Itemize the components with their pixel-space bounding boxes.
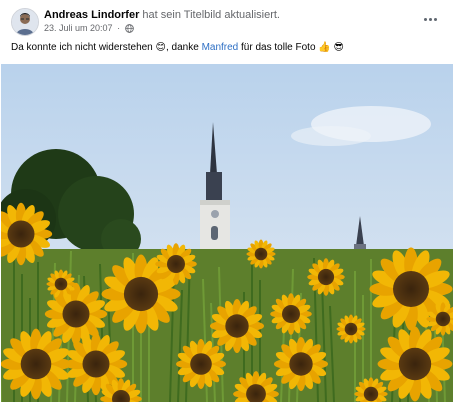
flower-center — [317, 268, 335, 286]
flower-center — [167, 255, 185, 273]
sunflower — [270, 293, 312, 335]
sunflower — [155, 243, 197, 285]
flower-center — [398, 347, 432, 381]
post-meta: 23. Juli um 20:07 · — [44, 23, 134, 36]
sunflower — [336, 314, 366, 344]
flower-center — [289, 352, 313, 376]
flower-center — [344, 322, 358, 336]
cover-photo[interactable] — [1, 64, 453, 402]
globe-icon[interactable] — [124, 24, 134, 36]
flower-center — [225, 314, 249, 338]
post-timestamp[interactable]: 23. Juli um 20:07 — [44, 23, 113, 33]
cloud — [291, 126, 371, 146]
flower-center — [435, 311, 451, 327]
mention-link[interactable]: Manfred — [202, 42, 239, 53]
profile-picture — [12, 9, 38, 35]
flower-center — [393, 271, 429, 307]
author-line: Andreas Lindorfer hat sein Titelbild akt… — [44, 9, 280, 22]
flower-center — [363, 386, 379, 402]
flower-center — [82, 350, 110, 378]
caption-text-before: Da konnte ich nicht widerstehen — [11, 42, 153, 53]
sunflower-field-with-church-photo — [1, 64, 453, 402]
sunflower — [209, 298, 265, 354]
flower-center — [20, 348, 52, 380]
sunflower — [176, 339, 226, 389]
separator-dot: · — [117, 23, 121, 33]
sunflower — [307, 258, 345, 296]
sunflower — [46, 269, 76, 299]
flower-center — [190, 353, 212, 375]
flower-center — [54, 277, 68, 291]
flower-center — [123, 276, 159, 312]
author-name[interactable]: Andreas Lindorfer — [44, 9, 139, 21]
sunflower — [273, 336, 329, 392]
more-options-button[interactable] — [420, 11, 440, 27]
avatar[interactable] — [11, 8, 39, 36]
flower-center — [254, 247, 268, 261]
caption-text-after: für das tolle Foto — [241, 42, 316, 53]
more-dot — [428, 17, 432, 21]
post-action-text: hat sein Titelbild aktualisiert. — [142, 9, 280, 21]
sunflower — [1, 328, 72, 400]
smiling-face-icon: 😊 — [155, 42, 166, 53]
more-horizontal-icon — [423, 17, 427, 21]
facebook-post: Andreas Lindorfer hat sein Titelbild akt… — [0, 0, 454, 403]
post-header: Andreas Lindorfer hat sein Titelbild akt… — [0, 0, 454, 38]
thumbs-up-icon: 👍 — [318, 42, 331, 53]
sunglasses-face-icon: 😎 — [333, 42, 344, 53]
flower-center — [62, 300, 90, 328]
more-dot — [433, 17, 437, 21]
flower-center — [7, 220, 35, 248]
post-caption: Da konnte ich nicht widerstehen 😊, danke… — [11, 41, 344, 54]
sunflower — [246, 239, 276, 269]
sunflower — [377, 326, 453, 402]
caption-text-middle: , danke — [165, 42, 199, 53]
flower-center — [282, 305, 300, 323]
